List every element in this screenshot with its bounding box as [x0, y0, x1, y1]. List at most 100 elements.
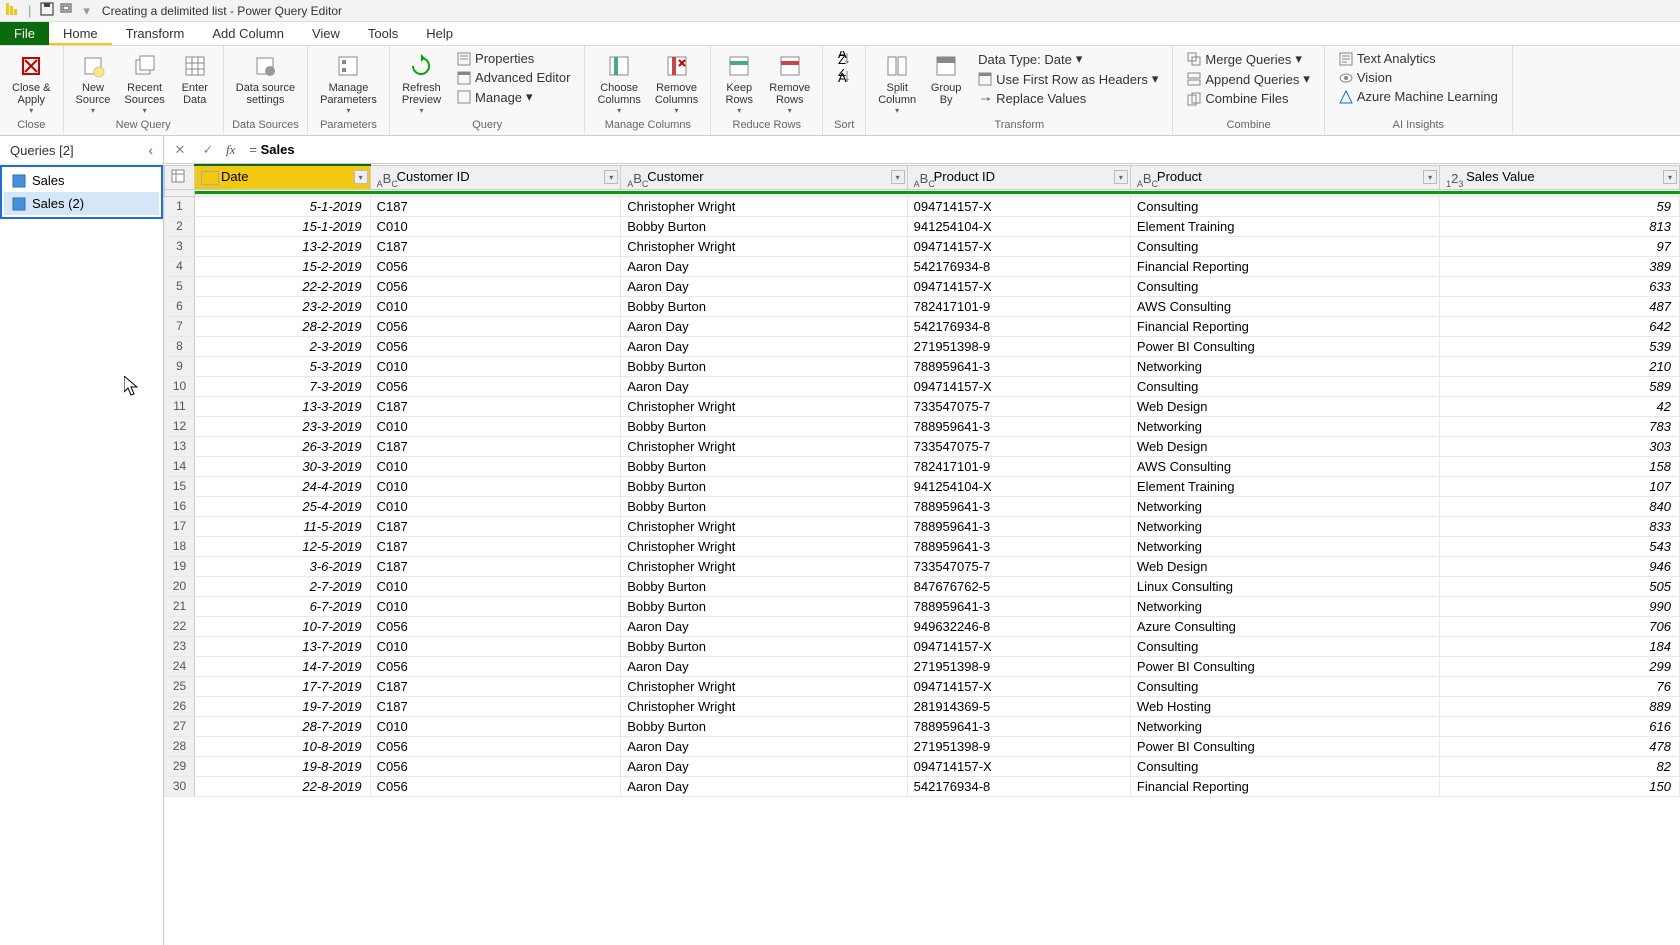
cell-date[interactable]: 19-7-2019 [195, 696, 371, 716]
cell-customer-id[interactable]: C187 [370, 196, 621, 216]
row-number[interactable]: 27 [165, 716, 195, 736]
merge-queries-button[interactable]: Merge Queries ▾ [1183, 50, 1313, 68]
cell-customer[interactable]: Christopher Wright [621, 556, 907, 576]
cell-sales-value[interactable]: 589 [1440, 376, 1680, 396]
table-row[interactable]: 1711-5-2019C187Christopher Wright7889596… [165, 516, 1680, 536]
cell-product-id[interactable]: 271951398-9 [907, 736, 1130, 756]
filter-icon[interactable]: ▾ [1423, 170, 1437, 184]
cell-product[interactable]: Networking [1130, 356, 1439, 376]
cell-sales-value[interactable]: 97 [1440, 236, 1680, 256]
cell-product[interactable]: Networking [1130, 596, 1439, 616]
cell-date[interactable]: 28-2-2019 [195, 316, 371, 336]
cell-customer[interactable]: Bobby Burton [621, 716, 907, 736]
cell-date[interactable]: 13-2-2019 [195, 236, 371, 256]
cell-customer-id[interactable]: C187 [370, 536, 621, 556]
cell-sales-value[interactable]: 478 [1440, 736, 1680, 756]
row-number[interactable]: 21 [165, 596, 195, 616]
cell-product-id[interactable]: 094714157-X [907, 196, 1130, 216]
cell-sales-value[interactable]: 633 [1440, 276, 1680, 296]
cell-sales-value[interactable]: 303 [1440, 436, 1680, 456]
cell-product-id[interactable]: 542176934-8 [907, 256, 1130, 276]
column-header-customer[interactable]: ABCCustomer▾ [621, 165, 907, 189]
cell-date[interactable]: 24-4-2019 [195, 476, 371, 496]
group-by-button[interactable]: Group By [924, 48, 968, 108]
cell-customer-id[interactable]: C010 [370, 356, 621, 376]
table-row[interactable]: 1326-3-2019C187Christopher Wright7335470… [165, 436, 1680, 456]
data-type-button[interactable]: Data Type: Date ▾ [974, 50, 1162, 68]
cell-date[interactable]: 13-3-2019 [195, 396, 371, 416]
new-source-button[interactable]: New Source▾ [70, 48, 117, 117]
cell-product-id[interactable]: 542176934-8 [907, 776, 1130, 796]
cell-customer[interactable]: Christopher Wright [621, 516, 907, 536]
table-row[interactable]: 623-2-2019C010Bobby Burton782417101-9AWS… [165, 296, 1680, 316]
cell-date[interactable]: 6-7-2019 [195, 596, 371, 616]
cell-sales-value[interactable]: 107 [1440, 476, 1680, 496]
cell-customer[interactable]: Bobby Burton [621, 416, 907, 436]
row-number[interactable]: 13 [165, 436, 195, 456]
cell-product-id[interactable]: 094714157-X [907, 676, 1130, 696]
cell-customer-id[interactable]: C187 [370, 436, 621, 456]
cell-customer-id[interactable]: C056 [370, 656, 621, 676]
cell-sales-value[interactable]: 539 [1440, 336, 1680, 356]
table-row[interactable]: 1223-3-2019C010Bobby Burton788959641-3Ne… [165, 416, 1680, 436]
row-number[interactable]: 25 [165, 676, 195, 696]
formula-input[interactable]: Sales [243, 140, 1674, 159]
cell-product-id[interactable]: 733547075-7 [907, 436, 1130, 456]
cell-product-id[interactable]: 094714157-X [907, 236, 1130, 256]
cell-customer[interactable]: Christopher Wright [621, 236, 907, 256]
cell-customer[interactable]: Aaron Day [621, 776, 907, 796]
cell-sales-value[interactable]: 59 [1440, 196, 1680, 216]
cell-sales-value[interactable]: 210 [1440, 356, 1680, 376]
cell-sales-value[interactable]: 783 [1440, 416, 1680, 436]
cell-product[interactable]: Web Design [1130, 556, 1439, 576]
cell-product[interactable]: Consulting [1130, 636, 1439, 656]
data-source-settings-button[interactable]: Data source settings [230, 48, 301, 108]
cell-date[interactable]: 17-7-2019 [195, 676, 371, 696]
row-number[interactable]: 18 [165, 536, 195, 556]
cell-date[interactable]: 22-2-2019 [195, 276, 371, 296]
cell-sales-value[interactable]: 82 [1440, 756, 1680, 776]
cell-product[interactable]: Power BI Consulting [1130, 336, 1439, 356]
cell-product-id[interactable]: 788959641-3 [907, 596, 1130, 616]
cell-product-id[interactable]: 094714157-X [907, 376, 1130, 396]
table-row[interactable]: 2919-8-2019C056Aaron Day094714157-XConsu… [165, 756, 1680, 776]
cancel-formula-icon[interactable]: ✕ [170, 140, 190, 160]
cell-product[interactable]: Networking [1130, 716, 1439, 736]
table-row[interactable]: 2313-7-2019C010Bobby Burton094714157-XCo… [165, 636, 1680, 656]
table-row[interactable]: 1430-3-2019C010Bobby Burton782417101-9AW… [165, 456, 1680, 476]
cell-product-id[interactable]: 788959641-3 [907, 356, 1130, 376]
cell-product[interactable]: Power BI Consulting [1130, 656, 1439, 676]
cell-product-id[interactable]: 271951398-9 [907, 656, 1130, 676]
table-row[interactable]: 728-2-2019C056Aaron Day542176934-8Financ… [165, 316, 1680, 336]
table-row[interactable]: 202-7-2019C010Bobby Burton847676762-5Lin… [165, 576, 1680, 596]
cell-date[interactable]: 30-3-2019 [195, 456, 371, 476]
cell-product[interactable]: AWS Consulting [1130, 296, 1439, 316]
row-number[interactable]: 17 [165, 516, 195, 536]
table-row[interactable]: 215-1-2019C010Bobby Burton941254104-XEle… [165, 216, 1680, 236]
cell-date[interactable]: 7-3-2019 [195, 376, 371, 396]
cell-customer-id[interactable]: C056 [370, 776, 621, 796]
table-row[interactable]: 107-3-2019C056Aaron Day094714157-XConsul… [165, 376, 1680, 396]
cell-sales-value[interactable]: 543 [1440, 536, 1680, 556]
cell-product[interactable]: Consulting [1130, 236, 1439, 256]
cell-customer[interactable]: Bobby Burton [621, 596, 907, 616]
cell-customer[interactable]: Aaron Day [621, 256, 907, 276]
split-column-button[interactable]: Split Column▾ [872, 48, 922, 117]
cell-date[interactable]: 14-7-2019 [195, 656, 371, 676]
cell-customer-id[interactable]: C010 [370, 416, 621, 436]
data-grid[interactable]: Date▾ ABCCustomer ID▾ ABCCustomer▾ ABCPr… [164, 164, 1680, 945]
cell-customer-id[interactable]: C187 [370, 396, 621, 416]
cell-sales-value[interactable]: 184 [1440, 636, 1680, 656]
recent-sources-button[interactable]: Recent Sources▾ [118, 48, 170, 117]
cell-date[interactable]: 19-8-2019 [195, 756, 371, 776]
cell-customer[interactable]: Aaron Day [621, 336, 907, 356]
tab-view[interactable]: View [298, 22, 354, 45]
table-row[interactable]: 1524-4-2019C010Bobby Burton941254104-XEl… [165, 476, 1680, 496]
cell-customer[interactable]: Christopher Wright [621, 696, 907, 716]
cell-product-id[interactable]: 281914369-5 [907, 696, 1130, 716]
cell-customer[interactable]: Aaron Day [621, 756, 907, 776]
cell-date[interactable]: 13-7-2019 [195, 636, 371, 656]
cell-product-id[interactable]: 847676762-5 [907, 576, 1130, 596]
cell-product-id[interactable]: 733547075-7 [907, 556, 1130, 576]
cell-customer-id[interactable]: C056 [370, 336, 621, 356]
